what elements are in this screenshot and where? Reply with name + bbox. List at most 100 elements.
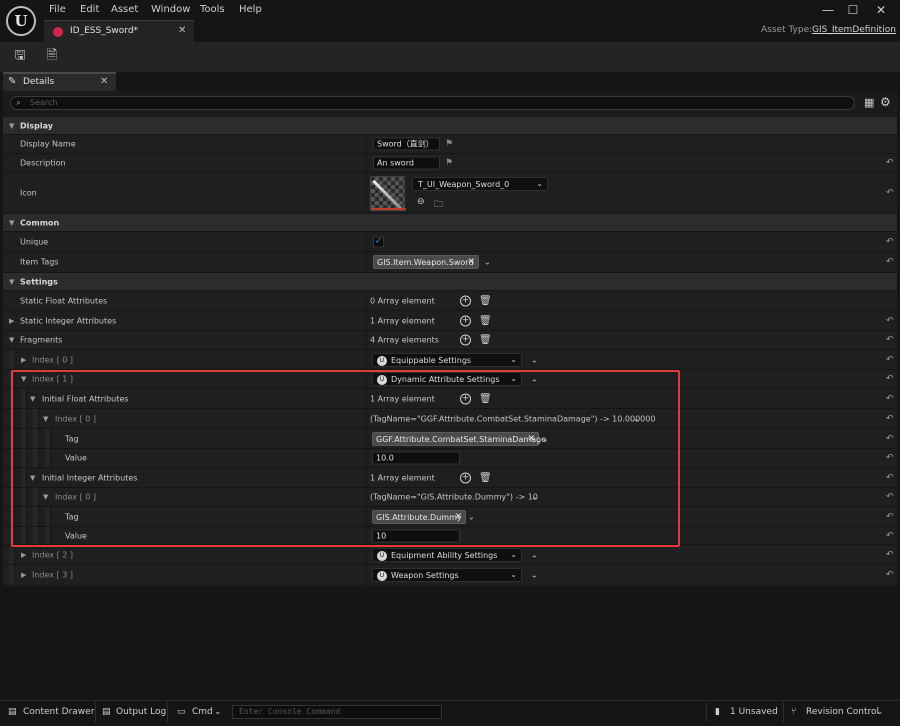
float-value-field[interactable]: 10.0: [372, 451, 460, 465]
asset-type-link[interactable]: GIS_ItemDefinition: [812, 25, 896, 35]
tab-id-ess-sword[interactable]: ID_ESS_Sword* ✕: [44, 20, 194, 42]
fragment-class-picker[interactable]: U Dynamic Attribute Settings ⌄: [372, 372, 522, 386]
reset-to-default-icon[interactable]: ↶: [886, 335, 894, 345]
expand-arrow-icon[interactable]: ▶: [9, 317, 14, 325]
column-splitter[interactable]: [366, 173, 367, 213]
chevron-down-icon[interactable]: ⌄: [531, 355, 538, 364]
content-drawer-icon[interactable]: ▤: [8, 707, 17, 717]
column-splitter[interactable]: [366, 449, 367, 467]
expand-arrow-icon[interactable]: ▶: [21, 356, 26, 364]
category-display[interactable]: ▼ Display: [3, 117, 897, 135]
icon-thumbnail[interactable]: [370, 176, 406, 211]
column-splitter[interactable]: [366, 389, 367, 408]
trash-icon[interactable]: 🗑: [479, 295, 492, 306]
gear-icon[interactable]: ⚙: [880, 95, 891, 109]
chevron-down-icon[interactable]: ⌄: [531, 571, 538, 580]
reset-to-default-icon[interactable]: ↶: [886, 257, 894, 267]
chevron-down-icon[interactable]: ⌄: [214, 707, 222, 717]
fragment-class-picker[interactable]: U Equipment Ability Settings ⌄: [372, 547, 522, 562]
category-common[interactable]: ▼ Common: [3, 214, 897, 232]
chevron-down-icon[interactable]: ⌄: [542, 434, 549, 443]
browse-icon[interactable]: 🗎: [44, 48, 60, 64]
minimize-button[interactable]: —: [818, 2, 838, 18]
console-input[interactable]: Enter Console Command: [232, 705, 442, 719]
tab-details[interactable]: ✎ Details ✕: [3, 72, 116, 91]
chevron-down-icon[interactable]: ⌄: [531, 375, 538, 384]
cmd-dropdown[interactable]: Cmd: [192, 707, 213, 717]
chevron-down-icon[interactable]: ⌄: [876, 707, 884, 717]
reset-to-default-icon[interactable]: ↶: [886, 414, 894, 424]
add-element-icon[interactable]: +: [460, 393, 471, 404]
column-splitter[interactable]: [366, 429, 367, 448]
reset-to-default-icon[interactable]: ↶: [886, 394, 894, 404]
localize-flag-icon[interactable]: ⚑: [445, 139, 453, 149]
category-settings[interactable]: ▼ Settings: [3, 273, 897, 291]
column-splitter[interactable]: [366, 331, 367, 349]
collapse-arrow-icon[interactable]: ▼: [9, 122, 14, 130]
revision-control-button[interactable]: Revision Control: [806, 707, 879, 717]
collapse-arrow-icon[interactable]: ▼: [9, 278, 14, 286]
unsaved-button[interactable]: 1 Unsaved: [730, 707, 778, 717]
column-splitter[interactable]: [366, 488, 367, 506]
reset-to-default-icon[interactable]: ↶: [886, 512, 894, 522]
chevron-down-icon[interactable]: ⌄: [633, 414, 640, 423]
remove-tag-icon[interactable]: ✕: [527, 434, 535, 444]
column-splitter[interactable]: [366, 565, 367, 585]
column-splitter[interactable]: [366, 545, 367, 564]
grid-icon[interactable]: ▦: [864, 96, 874, 109]
chevron-down-icon[interactable]: ⌄: [531, 550, 538, 559]
reset-to-default-icon[interactable]: ↶: [886, 355, 894, 365]
trash-icon[interactable]: 🗑: [479, 393, 492, 404]
display-name-field[interactable]: Sword（直剑）: [373, 137, 440, 151]
close-tab-icon[interactable]: ✕: [178, 25, 186, 36]
browse-asset-icon[interactable]: 🗀: [434, 197, 443, 213]
column-splitter[interactable]: [366, 311, 367, 330]
chevron-down-icon[interactable]: ⌄: [484, 258, 491, 267]
column-splitter[interactable]: [366, 232, 367, 251]
collapse-arrow-icon[interactable]: ▼: [9, 336, 14, 344]
column-splitter[interactable]: [366, 135, 367, 153]
reset-to-default-icon[interactable]: ↶: [886, 473, 894, 483]
save-icon[interactable]: 🖫: [12, 48, 28, 64]
fragment-class-picker[interactable]: U Equippable Settings ⌄: [372, 352, 522, 367]
trash-icon[interactable]: 🗑: [479, 335, 492, 346]
column-splitter[interactable]: [366, 154, 367, 172]
fragment-class-picker[interactable]: U Weapon Settings ⌄: [372, 568, 522, 582]
use-selected-icon[interactable]: ⊖: [417, 197, 425, 207]
output-log-button[interactable]: Output Log: [116, 707, 166, 717]
icon-asset-picker[interactable]: T_UI_Weapon_Sword_0 ⌄: [412, 177, 548, 191]
close-window-button[interactable]: ✕: [871, 2, 891, 18]
column-splitter[interactable]: [366, 409, 367, 428]
collapse-arrow-icon[interactable]: ▼: [30, 395, 35, 403]
expand-arrow-icon[interactable]: ▶: [21, 571, 26, 579]
add-element-icon[interactable]: +: [460, 334, 471, 346]
reset-to-default-icon[interactable]: ↶: [886, 434, 894, 444]
trash-icon[interactable]: 🗑: [479, 472, 492, 483]
column-splitter[interactable]: [366, 468, 367, 487]
reset-to-default-icon[interactable]: ↶: [886, 158, 894, 168]
menu-help[interactable]: Help: [239, 4, 262, 15]
unreal-logo-icon[interactable]: U: [6, 6, 36, 36]
content-drawer-button[interactable]: Content Drawer: [23, 707, 94, 717]
menu-file[interactable]: File: [49, 4, 66, 15]
column-splitter[interactable]: [366, 507, 367, 526]
close-details-icon[interactable]: ✕: [100, 76, 108, 87]
column-splitter[interactable]: [366, 291, 367, 310]
reset-to-default-icon[interactable]: ↶: [886, 492, 894, 502]
float-tag-chip[interactable]: GGF.Attribute.CombatSet.StaminaDamage ✕: [372, 431, 546, 446]
menu-window[interactable]: Window: [151, 4, 190, 15]
reset-to-default-icon[interactable]: ↶: [886, 374, 894, 384]
trash-icon[interactable]: 🗑: [479, 315, 492, 326]
collapse-arrow-icon[interactable]: ▼: [30, 474, 35, 482]
reset-to-default-icon[interactable]: ↶: [886, 188, 894, 198]
menu-asset[interactable]: Asset: [111, 4, 138, 15]
int-tag-chip[interactable]: GIS.Attribute.Dummy ✕: [372, 509, 466, 524]
search-input[interactable]: ⌕ Search: [10, 96, 855, 110]
reset-to-default-icon[interactable]: ↶: [886, 531, 894, 541]
column-splitter[interactable]: [366, 252, 367, 272]
reset-to-default-icon[interactable]: ↶: [886, 550, 894, 560]
remove-tag-icon[interactable]: ✕: [467, 257, 475, 267]
add-element-icon[interactable]: +: [460, 472, 471, 483]
menu-edit[interactable]: Edit: [80, 4, 99, 15]
collapse-arrow-icon[interactable]: ▼: [21, 375, 26, 383]
